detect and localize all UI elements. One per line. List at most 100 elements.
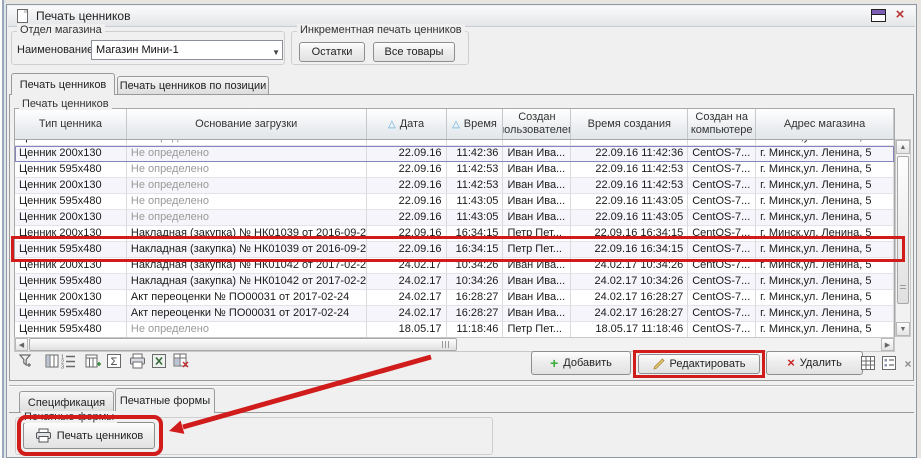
table-row[interactable]: Ценник 595x480Не определено18.05.1711:18… — [15, 322, 894, 338]
tab-label: Печать ценников — [20, 79, 107, 91]
close-window-button[interactable]: × — [892, 7, 908, 23]
column-header[interactable]: △ Дата — [367, 109, 447, 139]
table-cell: Не определено — [127, 178, 367, 194]
delete-button[interactable]: × Удалить — [766, 351, 863, 375]
tab-specification[interactable]: Спецификация — [19, 391, 114, 413]
table-row[interactable]: Ценник 200x130Не определено22.09.1611:42… — [15, 178, 894, 194]
table-row[interactable]: Ценник 595x480Не определено22.09.1611:43… — [15, 194, 894, 210]
tab-label: Печать ценников по позиции — [120, 80, 267, 92]
table-cell: Ценник 200x130 — [15, 226, 127, 242]
table-cell: 22.09.16 11:43:05 — [571, 210, 688, 226]
column-header[interactable]: Адрес магазина — [756, 109, 894, 139]
remove-column-icon[interactable] — [173, 352, 190, 369]
table-cell: Ценник 200x130 — [15, 258, 127, 274]
table-cell: 22.09.16 — [367, 242, 447, 258]
pricetags-table: Тип ценникаОснование загрузки △ Дата △Время… — [14, 108, 895, 339]
vertical-scrollbar[interactable]: ▲ ▼ — [895, 139, 911, 337]
table-cell: Иван Ива... — [503, 146, 571, 162]
tab-print-pricetags[interactable]: Печать ценников — [11, 73, 115, 95]
table-cell: CentOS-7... — [688, 162, 756, 178]
table-cell: Накладная (закупка) № НК01042 от 2017-02… — [127, 274, 367, 290]
close-panel-icon[interactable]: × — [901, 355, 915, 372]
scroll-down-icon[interactable]: ▼ — [896, 322, 910, 336]
vertical-scroll-thumb[interactable] — [897, 156, 909, 304]
column-header[interactable]: Создан на компьютере — [688, 109, 756, 139]
table-cell: г. Минск,ул. Ленина, 5 — [756, 162, 894, 178]
table-cell: CentOS-7... — [688, 146, 756, 162]
table-cell: 18.05.17 — [367, 322, 447, 338]
name-field-label: Наименование — [17, 44, 93, 56]
table-row[interactable]: Ценник 595x480Не определено22.09.1611:42… — [15, 162, 894, 178]
table-cell: 11:43:05 — [447, 210, 504, 226]
horizontal-scroll-thumb[interactable] — [29, 338, 457, 351]
list-view-icon[interactable] — [880, 354, 897, 371]
add-button[interactable]: + Добавить — [531, 351, 631, 375]
table-cell: CentOS-7... — [688, 322, 756, 338]
restore-window-button[interactable] — [871, 9, 886, 22]
table-row[interactable]: Ценник 595x480Акт переоценки № ПО00031 о… — [15, 306, 894, 322]
table-cell: г. Минск,ул. Ленина, 5 — [756, 258, 894, 274]
table-cell: 22.09.16 — [367, 226, 447, 242]
table-cell: CentOS-7... — [688, 210, 756, 226]
grid-view-icon[interactable] — [859, 354, 876, 371]
edit-button[interactable]: Редактировать — [638, 354, 760, 374]
export-excel-icon[interactable] — [150, 352, 167, 369]
table-cell: Ценник 595x480 — [15, 242, 127, 258]
print-forms-group-label: Печатные формы — [21, 411, 117, 423]
table-cell: CentOS-7... — [688, 290, 756, 306]
store-name-combobox[interactable]: Магазин Мини-1 ▼ — [91, 40, 283, 60]
table-row[interactable]: Ценник 200x130Акт переоценки № ПО00031 о… — [15, 290, 894, 306]
scroll-left-icon[interactable]: ◀ — [15, 338, 28, 351]
column-header[interactable]: Создан пользователем — [503, 109, 571, 139]
column-header[interactable]: Тип ценника — [15, 109, 127, 139]
print-pricetags-button-label: Печать ценников — [57, 430, 144, 442]
column-header[interactable]: △Время — [447, 109, 504, 139]
scroll-right-icon[interactable]: ▶ — [881, 338, 894, 351]
all-goods-button[interactable]: Все товары — [373, 42, 455, 62]
scroll-grip-icon — [442, 341, 450, 348]
table-cell: Накладная (закупка) № НК01042 от 2017-02… — [127, 258, 367, 274]
print-list-icon[interactable] — [129, 352, 146, 369]
table-row[interactable]: Ценник 200x130Накладная (закупка) № НК01… — [15, 226, 894, 242]
table-cell: г. Минск,ул. Ленина, 5 — [756, 306, 894, 322]
horizontal-scrollbar[interactable]: ◀ ▶ — [14, 337, 895, 352]
table-row[interactable]: Ценник 595x480Накладная (закупка) № НК01… — [15, 242, 894, 258]
table-cell: 22.09.16 11:42:36 — [571, 146, 688, 162]
table-cell: Ценник 595x480 — [15, 274, 127, 290]
column-header-label: Дата — [400, 118, 424, 131]
window-document-icon — [17, 9, 28, 23]
print-pricetags-window: Печать ценников × Отдел магазина Наимено… — [6, 4, 917, 458]
column-header[interactable]: Основание загрузки — [127, 109, 367, 139]
tab-print-by-position[interactable]: Печать ценников по позиции — [117, 76, 269, 95]
table-cell: 22.09.16 — [367, 162, 447, 178]
tab-label: Печатные формы — [120, 395, 210, 407]
table-cell: Не определено — [127, 162, 367, 178]
table-cell: CentOS-7... — [688, 178, 756, 194]
table-row[interactable]: Ценник 200x130Не определено22.09.1611:43… — [15, 210, 894, 226]
numbered-list-icon[interactable]: 123 — [59, 352, 76, 369]
remainders-button[interactable]: Остатки — [299, 42, 365, 62]
filter-add-icon[interactable] — [17, 352, 34, 369]
table-cell: 24.02.17 — [367, 306, 447, 322]
table-cell: Петр Пет... — [503, 242, 571, 258]
store-name-value: Магазин Мини-1 — [96, 44, 179, 56]
table-row[interactable]: Ценник 200x130Не определено22.09.1611:42… — [15, 146, 894, 162]
table-row[interactable]: Ценник 200x130Накладная (закупка) № НК01… — [15, 258, 894, 274]
table-cell: Акт переоценки № ПО00031 от 2017-02-24 — [127, 306, 367, 322]
add-table-icon[interactable] — [84, 352, 101, 369]
table-cell: 24.02.17 — [367, 258, 447, 274]
table-cell: 10:34:26 — [447, 258, 504, 274]
svg-text:Σ: Σ — [110, 356, 117, 368]
pencil-icon — [653, 358, 665, 370]
sort-asc-icon: △ — [388, 118, 396, 131]
table-cell: 24.02.17 — [367, 290, 447, 306]
table-cell: г. Минск,ул. Ленина, 5 — [756, 242, 894, 258]
column-settings-icon[interactable] — [43, 352, 60, 369]
sum-icon[interactable]: Σ — [105, 352, 122, 369]
column-header[interactable]: Время создания — [571, 109, 688, 139]
print-pricetags-button[interactable]: Печать ценников — [23, 422, 155, 449]
tab-print-forms[interactable]: Печатные формы — [115, 388, 215, 413]
scroll-up-icon[interactable]: ▲ — [896, 140, 910, 154]
table-cell: 16:28:27 — [447, 306, 504, 322]
table-row[interactable]: Ценник 595x480Накладная (закупка) № НК01… — [15, 274, 894, 290]
